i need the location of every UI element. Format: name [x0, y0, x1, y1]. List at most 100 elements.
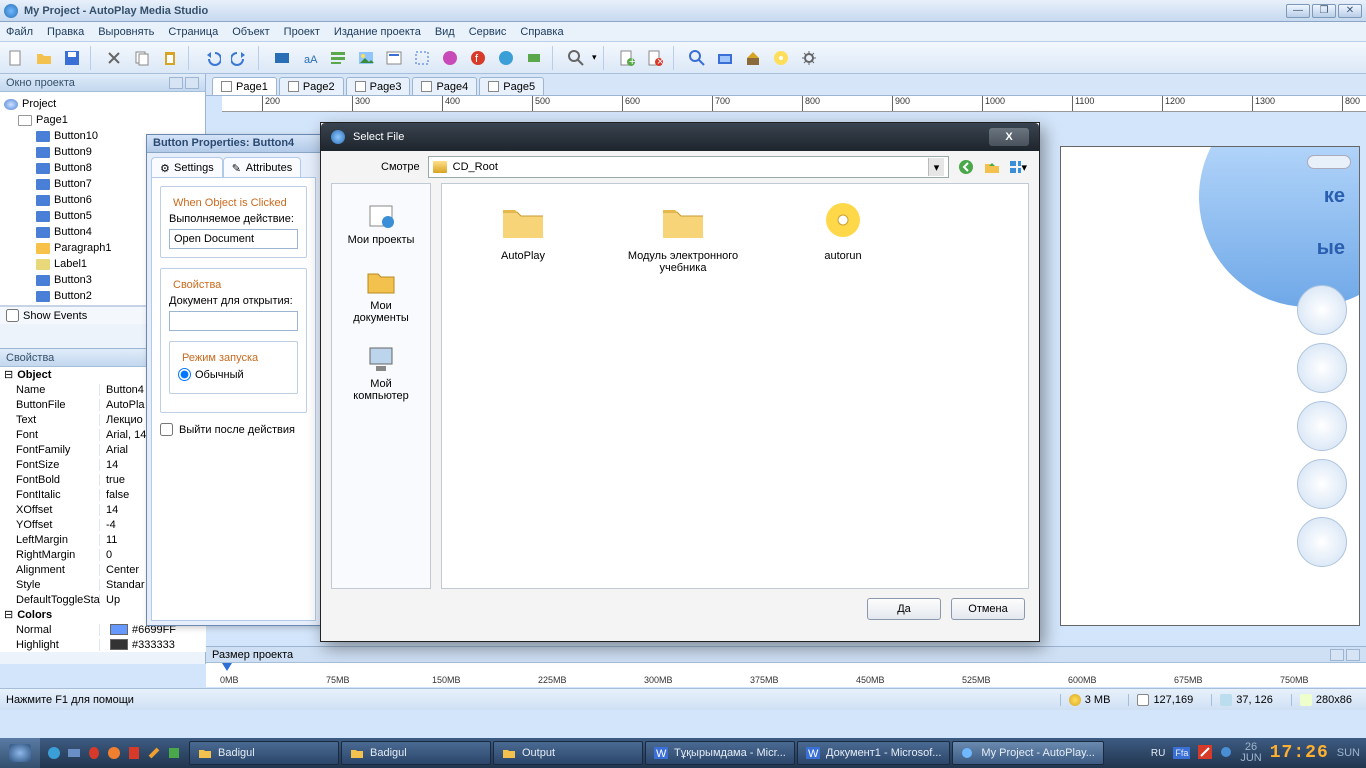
tool-web[interactable]	[494, 46, 518, 70]
view-button[interactable]: ▾	[1009, 158, 1027, 176]
exit-after-checkbox[interactable]: Выйти после действия	[160, 423, 307, 436]
desktop-icon[interactable]	[66, 745, 82, 761]
copy-button[interactable]	[130, 46, 154, 70]
select-file-title-bar[interactable]: Select File X	[321, 123, 1039, 151]
cancel-button[interactable]: Отмена	[951, 598, 1025, 620]
menu-Выровнять[interactable]: Выровнять	[98, 26, 154, 38]
menu-Справка[interactable]: Справка	[520, 26, 563, 38]
gear-icon: ⚙	[160, 162, 171, 173]
task-My Project - AutoPlay...[interactable]: My Project - AutoPlay...	[952, 741, 1104, 765]
start-button[interactable]	[0, 738, 40, 768]
undo-button[interactable]	[200, 46, 224, 70]
window-pill-icon	[1307, 155, 1351, 169]
file-list[interactable]: AutoPlay Модуль электронного учебника auto…	[441, 183, 1029, 589]
task-Документ1 - Microsof...[interactable]: WДокумент1 - Microsof...	[797, 741, 950, 765]
place-1[interactable]: Мои документы	[335, 258, 427, 330]
place-0[interactable]: Мои проекты	[335, 192, 427, 252]
sizebar-close-icon[interactable]	[1346, 649, 1360, 661]
look-in-combo[interactable]: CD_Root ▾	[428, 156, 949, 178]
settings-button[interactable]	[797, 46, 821, 70]
maximize-button[interactable]: ❐	[1312, 4, 1336, 18]
file-item-autorun[interactable]: autorun	[778, 200, 908, 262]
task-Badigul[interactable]: Badigul	[189, 741, 339, 765]
menu-Файл[interactable]: Файл	[6, 26, 33, 38]
action-input[interactable]	[169, 229, 298, 249]
torrent-icon[interactable]	[166, 745, 182, 761]
dialog-close-button[interactable]: X	[989, 128, 1029, 146]
tool-flash[interactable]: f	[466, 46, 490, 70]
size-ruler[interactable]: 0MB75MB150MB225MB300MB375MB450MB525MB600…	[206, 663, 1366, 687]
tree-project[interactable]: Project	[2, 96, 203, 112]
minimize-button[interactable]: —	[1286, 4, 1310, 18]
open-button[interactable]	[32, 46, 56, 70]
run-button[interactable]	[713, 46, 737, 70]
select-file-dialog: Select File X Смотре CD_Root ▾ ▾ Мои про…	[320, 122, 1040, 642]
sizebar-pin-icon[interactable]	[1330, 649, 1344, 661]
tool-select[interactable]	[410, 46, 434, 70]
tab-settings[interactable]: ⚙Settings	[151, 157, 223, 177]
section-click-label: When Object is Clicked	[169, 197, 291, 209]
tray-clock[interactable]: 17:26	[1270, 743, 1329, 763]
build-button[interactable]	[741, 46, 765, 70]
winamp-icon[interactable]	[146, 745, 162, 761]
cut-button[interactable]	[102, 46, 126, 70]
close-button[interactable]: ✕	[1338, 4, 1362, 18]
panel-pin-icon[interactable]	[169, 77, 183, 89]
tool-paragraph[interactable]	[326, 46, 350, 70]
redo-button[interactable]	[228, 46, 252, 70]
task-Badigul[interactable]: Badigul	[341, 741, 491, 765]
tree-page[interactable]: Page1	[2, 112, 203, 128]
menu-Правка[interactable]: Правка	[47, 26, 84, 38]
up-button[interactable]	[983, 158, 1001, 176]
tab-Page2[interactable]: Page2	[279, 77, 344, 95]
tray-avira-icon[interactable]	[1198, 745, 1212, 762]
ie-icon[interactable]	[46, 745, 62, 761]
doc-input[interactable]	[169, 311, 298, 331]
tool-rect[interactable]	[270, 46, 294, 70]
ok-button[interactable]: Да	[867, 598, 941, 620]
panel-close-icon[interactable]	[185, 77, 199, 89]
show-events-checkbox[interactable]	[6, 309, 19, 322]
tab-Page4[interactable]: Page4	[412, 77, 477, 95]
file-item-Модуль электронного учебника[interactable]: Модуль электронного учебника	[618, 200, 748, 274]
menu-Объект[interactable]: Объект	[232, 26, 269, 38]
media-icon[interactable]	[106, 745, 122, 761]
tab-Page3[interactable]: Page3	[346, 77, 411, 95]
tab-Page1[interactable]: Page1	[212, 77, 277, 95]
tool-video[interactable]	[438, 46, 462, 70]
task-Output[interactable]: Output	[493, 741, 643, 765]
tool-text[interactable]: aA	[298, 46, 322, 70]
chevron-down-icon[interactable]: ▾	[928, 158, 944, 176]
menu-Страница[interactable]: Страница	[168, 26, 218, 38]
preview-button[interactable]	[685, 46, 709, 70]
pdf-icon[interactable]	[126, 745, 142, 761]
mode-normal-radio[interactable]: Обычный	[178, 368, 289, 381]
tab-attributes[interactable]: ✎Attributes	[223, 157, 301, 177]
new-button[interactable]	[4, 46, 28, 70]
menu-Издание проекта[interactable]: Издание проекта	[334, 26, 421, 38]
add-page-button[interactable]: +	[615, 46, 639, 70]
button-properties-title[interactable]: Button Properties: Button4	[147, 135, 320, 153]
file-item-AutoPlay[interactable]: AutoPlay	[458, 200, 588, 262]
save-button[interactable]	[60, 46, 84, 70]
menu-Проект[interactable]: Проект	[284, 26, 320, 38]
tool-list[interactable]	[382, 46, 406, 70]
tray-info-icon[interactable]	[1220, 746, 1232, 761]
size-bar: Размер проекта 0MB75MB150MB225MB300MB375…	[206, 646, 1366, 686]
paste-button[interactable]	[158, 46, 182, 70]
tool-plugin[interactable]	[522, 46, 546, 70]
delete-page-button[interactable]: ×	[643, 46, 667, 70]
tool-image[interactable]	[354, 46, 378, 70]
back-button[interactable]	[957, 158, 975, 176]
task-Тұқырымдама - Micr...[interactable]: WТұқырымдама - Micr...	[645, 741, 795, 765]
tab-Page5[interactable]: Page5	[479, 77, 544, 95]
menu-Вид[interactable]: Вид	[435, 26, 455, 38]
zoom-button[interactable]	[564, 46, 588, 70]
burn-button[interactable]	[769, 46, 793, 70]
language-indicator[interactable]: RU	[1151, 748, 1165, 759]
prop-Highlight[interactable]: Highlight#333333	[0, 637, 206, 652]
opera-icon[interactable]	[86, 745, 102, 761]
menu-Сервис[interactable]: Сервис	[469, 26, 507, 38]
tray-ffa-icon[interactable]: Ffa	[1173, 747, 1190, 759]
place-2[interactable]: Мой компьютер	[335, 336, 427, 408]
